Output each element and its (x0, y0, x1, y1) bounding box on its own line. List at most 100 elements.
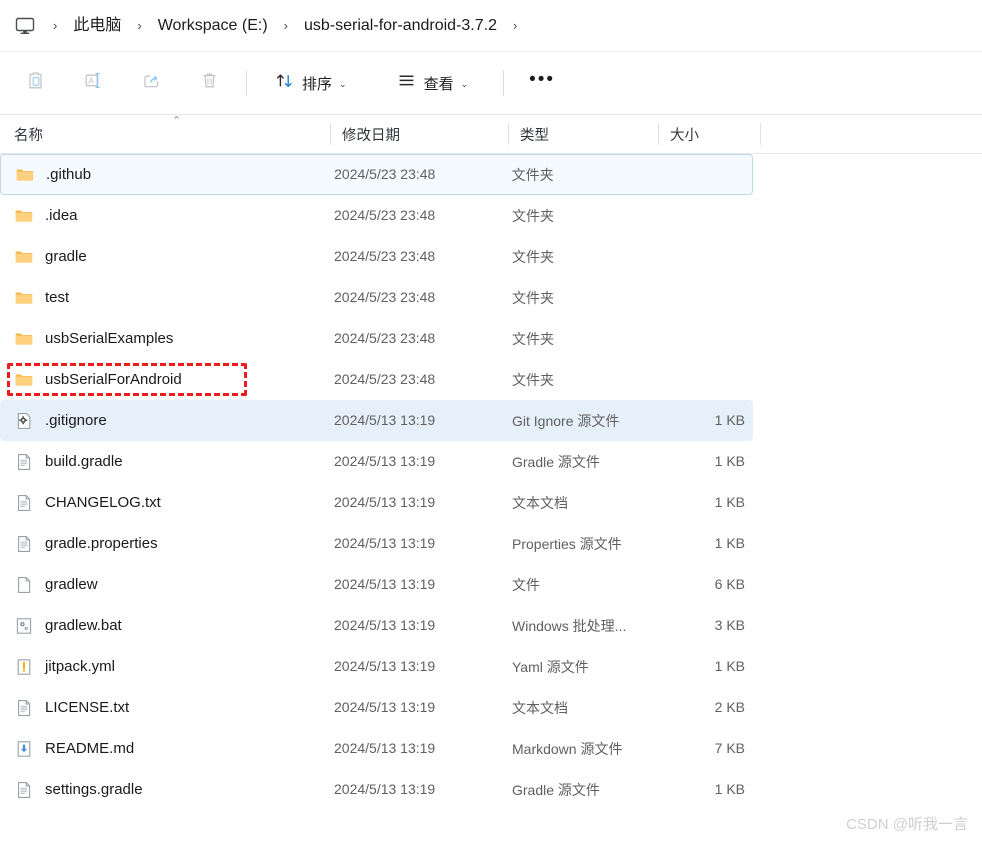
sort-button[interactable]: 排序 ⌄ (264, 64, 357, 102)
file-list[interactable]: .github 2024/5/23 23:48 文件夹 .idea 2024/5/23 … (0, 154, 982, 810)
file-size-label: 3 KB (714, 616, 745, 633)
table-row[interactable]: usbSerialForAndroid 2024/5/23 23:48 文件夹 (0, 359, 753, 400)
breadcrumb-separator-2[interactable]: › (275, 15, 297, 37)
file-name-label: CHANGELOG.txt (45, 494, 161, 511)
breadcrumb-item-this-pc[interactable]: 此电脑 (66, 12, 128, 40)
share-icon (141, 70, 162, 96)
table-row[interactable]: test 2024/5/23 23:48 文件夹 (0, 277, 753, 318)
cell-name[interactable]: settings.gradle (0, 780, 330, 800)
cell-name[interactable]: usbSerialExamples (0, 329, 330, 349)
monitor-icon[interactable] (10, 11, 40, 41)
cell-size: 2 KB (658, 699, 753, 717)
file-date-label: 2024/5/23 23:48 (334, 206, 436, 223)
cell-name[interactable]: LICENSE.txt (0, 698, 330, 718)
rename-button[interactable]: A (73, 64, 113, 102)
breadcrumb-separator-3[interactable]: › (504, 15, 526, 37)
view-button[interactable]: 查看 ⌄ (386, 64, 479, 102)
file-type-label: 文件夹 (511, 166, 554, 183)
breadcrumb-item-current-folder[interactable]: usb-serial-for-android-3.7.2 (297, 12, 504, 40)
cell-name[interactable]: .gitignore (0, 411, 330, 431)
file-date-label: 2024/5/13 13:19 (334, 493, 436, 510)
cell-type: 文件 (508, 575, 658, 595)
cell-name[interactable]: usbSerialForAndroid (0, 370, 330, 390)
table-row[interactable]: gradle.properties 2024/5/13 13:19 Properti… (0, 523, 753, 564)
more-options-button[interactable]: ••• (521, 64, 563, 102)
table-row[interactable]: README.md 2024/5/13 13:19 Markdown 源文件 7 KB (0, 728, 753, 769)
breadcrumb-separator-0[interactable]: › (44, 15, 66, 37)
cell-type: 文件夹 (508, 247, 658, 267)
cell-type: 文件夹 (508, 370, 658, 390)
delete-button[interactable] (189, 64, 229, 102)
column-header-name[interactable]: 名称 (0, 114, 330, 154)
file-date-label: 2024/5/13 13:19 (334, 575, 436, 592)
breadcrumb-separator-1[interactable]: › (128, 15, 150, 37)
file-date-label: 2024/5/13 13:19 (334, 534, 436, 551)
command-toolbar: A 排序 ⌄ 查看 ⌄ ••• (0, 52, 982, 114)
cell-type: 文本文档 (508, 493, 658, 513)
file-name-label: .github (46, 166, 92, 183)
file-size-label: 1 KB (714, 780, 745, 797)
file-name-label: LICENSE.txt (45, 699, 130, 716)
table-row[interactable]: usbSerialExamples 2024/5/23 23:48 文件夹 (0, 318, 753, 359)
cell-date: 2024/5/23 23:48 (330, 166, 508, 184)
table-row[interactable]: gradlew 2024/5/13 13:19 文件 6 KB (0, 564, 753, 605)
file-name-label: README.md (45, 740, 135, 757)
address-bar[interactable]: › 此电脑 › Workspace (E:) › usb-serial-for-… (0, 0, 982, 52)
cell-name[interactable]: gradlew (0, 575, 330, 595)
table-row[interactable]: build.gradle 2024/5/13 13:19 Gradle 源文件 1 K… (0, 441, 753, 482)
table-row[interactable]: .gitignore 2024/5/13 13:19 Git Ignore 源文件 1… (0, 400, 753, 441)
table-row[interactable]: .idea 2024/5/23 23:48 文件夹 (0, 195, 753, 236)
share-button[interactable] (131, 64, 171, 102)
file-date-label: 2024/5/13 13:19 (334, 452, 436, 469)
cell-name[interactable]: gradle.properties (0, 534, 330, 554)
file-type-label: 文本文档 (512, 494, 568, 511)
file-date-label: 2024/5/23 23:48 (334, 165, 436, 182)
cell-date: 2024/5/23 23:48 (330, 248, 508, 266)
file-date-label: 2024/5/23 23:48 (334, 288, 436, 305)
file-type-label: Gradle 源文件 (512, 781, 600, 798)
folder-icon (14, 288, 34, 308)
column-header-row: ⌃ 名称 修改日期 类型 大小 (0, 114, 982, 154)
file-name-label: gradlew.bat (45, 617, 122, 634)
column-header-date[interactable]: 修改日期 (330, 114, 508, 154)
file-name-label: .idea (45, 207, 78, 224)
cell-name[interactable]: test (0, 288, 330, 308)
file-name-label: gradle (45, 248, 87, 265)
cell-name[interactable]: CHANGELOG.txt (0, 493, 330, 513)
table-row[interactable]: .github 2024/5/23 23:48 文件夹 (0, 154, 753, 195)
paste-button[interactable] (15, 64, 55, 102)
file-type-label: Git Ignore 源文件 (512, 412, 620, 429)
folder-icon (14, 247, 34, 267)
column-header-size[interactable]: 大小 (658, 114, 760, 154)
breadcrumb-item-workspace[interactable]: Workspace (E:) (151, 12, 275, 40)
file-date-label: 2024/5/13 13:19 (334, 411, 436, 428)
sort-button-label: 排序 (302, 75, 333, 93)
cell-name[interactable]: gradle (0, 247, 330, 267)
cell-name[interactable]: build.gradle (0, 452, 330, 472)
header-divider-4 (760, 123, 761, 145)
cell-name[interactable]: gradlew.bat (0, 616, 330, 636)
table-row[interactable]: gradle 2024/5/23 23:48 文件夹 (0, 236, 753, 277)
table-row[interactable]: CHANGELOG.txt 2024/5/13 13:19 文本文档 1 KB (0, 482, 753, 523)
file-name-label: usbSerialForAndroid (45, 371, 182, 388)
text-file-icon (14, 534, 34, 554)
file-size-label: 1 KB (714, 657, 745, 674)
file-type-label: Windows 批处理... (512, 617, 627, 634)
table-row[interactable]: jitpack.yml 2024/5/13 13:19 Yaml 源文件 1 KB (0, 646, 753, 687)
file-date-label: 2024/5/13 13:19 (334, 657, 436, 674)
sort-arrows-icon (274, 70, 295, 96)
table-row[interactable]: LICENSE.txt 2024/5/13 13:19 文本文档 2 KB (0, 687, 753, 728)
column-header-type[interactable]: 类型 (508, 114, 658, 154)
file-date-label: 2024/5/13 13:19 (334, 780, 436, 797)
cell-type: Markdown 源文件 (508, 739, 658, 759)
cell-name[interactable]: .github (1, 165, 330, 185)
cell-name[interactable]: README.md (0, 739, 330, 759)
cell-name[interactable]: jitpack.yml (0, 657, 330, 677)
cell-name[interactable]: .idea (0, 206, 330, 226)
table-row[interactable]: gradlew.bat 2024/5/13 13:19 Windows 批处理...… (0, 605, 753, 646)
table-row[interactable]: settings.gradle 2024/5/13 13:19 Gradle 源文件… (0, 769, 753, 810)
view-button-label: 查看 (423, 75, 454, 93)
rename-icon: A (83, 70, 104, 96)
text-file-icon (14, 698, 34, 718)
cell-date: 2024/5/13 13:19 (330, 412, 508, 430)
